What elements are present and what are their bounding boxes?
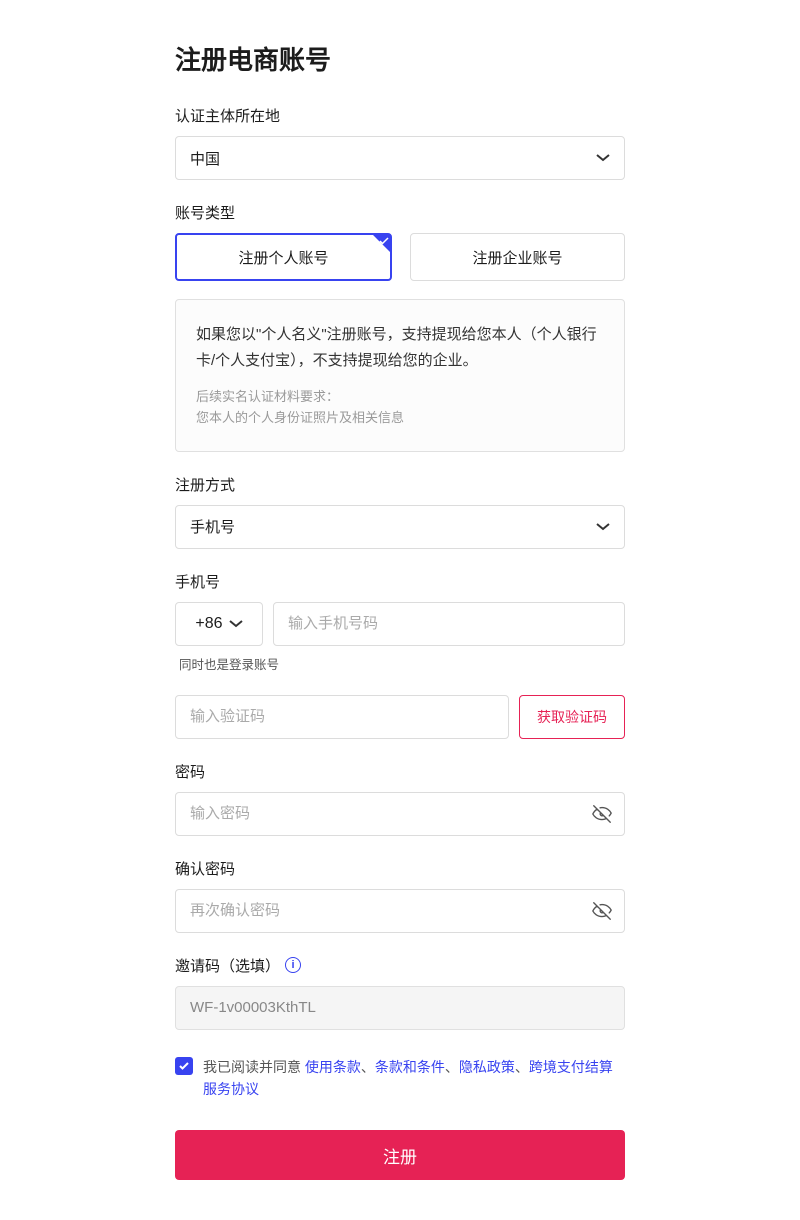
confirm-password-field: 确认密码 (175, 858, 625, 933)
page-title: 注册电商账号 (175, 40, 625, 77)
eye-off-icon[interactable] (591, 900, 613, 922)
chevron-down-icon (596, 520, 610, 534)
terms-text: 我已阅读并同意 使用条款、条款和条件、隐私政策、跨境支付结算服务协议 (203, 1056, 625, 1101)
code-input[interactable] (175, 695, 509, 739)
password-label: 密码 (175, 761, 625, 782)
info-main: 如果您以"个人名义"注册账号，支持提现给您本人（个人银行卡/个人支付宝），不支持… (196, 322, 604, 373)
region-label: 认证主体所在地 (175, 105, 625, 126)
confirm-password-input[interactable] (175, 889, 625, 933)
terms-prefix: 我已阅读并同意 (203, 1059, 305, 1075)
terms-link-usage[interactable]: 使用条款 (305, 1059, 361, 1075)
account-type-label: 账号类型 (175, 202, 625, 223)
account-type-field: 账号类型 注册个人账号 注册企业账号 如果您以"个人名义"注册账号，支持提现给您… (175, 202, 625, 452)
region-select[interactable]: 中国 (175, 136, 625, 180)
phone-prefix-select[interactable]: +86 (175, 602, 263, 646)
invite-code-field: 邀请码（选填） i WF-1v00003KthTL (175, 955, 625, 1030)
info-sub-label: 后续实名认证材料要求： (196, 387, 604, 408)
chevron-down-icon (229, 617, 243, 631)
register-method-field: 注册方式 手机号 (175, 474, 625, 549)
register-method-select[interactable]: 手机号 (175, 505, 625, 549)
phone-hint: 同时也是登录账号 (179, 654, 625, 673)
option-enterprise-label: 注册企业账号 (472, 247, 562, 268)
terms-checkbox[interactable] (175, 1057, 193, 1075)
phone-label: 手机号 (175, 571, 625, 592)
option-enterprise[interactable]: 注册企业账号 (410, 233, 625, 281)
option-personal-label: 注册个人账号 (238, 247, 328, 268)
region-field: 认证主体所在地 中国 (175, 105, 625, 180)
phone-input[interactable] (273, 602, 625, 646)
password-input[interactable] (175, 792, 625, 836)
terms-link-privacy[interactable]: 隐私政策 (459, 1059, 515, 1075)
checkmark-icon (366, 235, 390, 259)
info-icon[interactable]: i (285, 957, 301, 973)
password-field: 密码 (175, 761, 625, 836)
confirm-password-label: 确认密码 (175, 858, 625, 879)
invite-code-input: WF-1v00003KthTL (175, 986, 625, 1030)
chevron-down-icon (596, 151, 610, 165)
code-field: 获取验证码 (175, 695, 625, 739)
register-method-value: 手机号 (190, 516, 235, 537)
get-code-button[interactable]: 获取验证码 (519, 695, 625, 739)
phone-field: 手机号 +86 同时也是登录账号 (175, 571, 625, 673)
submit-button[interactable]: 注册 (175, 1130, 625, 1180)
region-value: 中国 (190, 148, 220, 169)
terms-link-conditions[interactable]: 条款和条件 (375, 1059, 445, 1075)
info-sub-text: 您本人的个人身份证照片及相关信息 (196, 408, 604, 429)
info-box: 如果您以"个人名义"注册账号，支持提现给您本人（个人银行卡/个人支付宝），不支持… (175, 299, 625, 452)
option-personal[interactable]: 注册个人账号 (175, 233, 392, 281)
eye-off-icon[interactable] (591, 803, 613, 825)
phone-prefix-value: +86 (195, 615, 222, 633)
register-method-label: 注册方式 (175, 474, 625, 495)
invite-code-label: 邀请码（选填） (175, 955, 280, 976)
